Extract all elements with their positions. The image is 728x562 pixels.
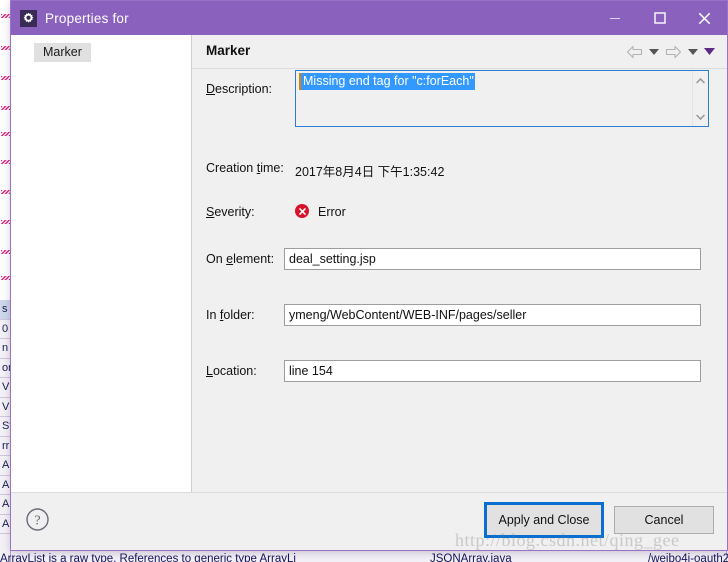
table-cell: 0 [2, 322, 9, 335]
dialog-body: Marker Marker Description: Missing end t… [11, 35, 727, 493]
background-status-text: ArrayList is a raw type. References to g… [0, 553, 296, 562]
scroll-down-chevron-icon[interactable] [693, 109, 708, 124]
maximize-button[interactable] [637, 1, 682, 35]
close-button[interactable] [682, 1, 727, 35]
location-label: Location: [206, 364, 257, 378]
in-folder-label-pre: In [206, 308, 220, 322]
table-cell: V [2, 381, 10, 393]
description-label-post: escription: [215, 82, 273, 96]
description-textarea[interactable]: Missing end tag for "c:forEach" [295, 70, 709, 127]
apply-and-close-button[interactable]: Apply and Close [484, 502, 604, 538]
table-cell: V [2, 400, 10, 413]
sidebar-item-marker[interactable]: Marker [34, 43, 91, 62]
severity-value: Error [318, 205, 346, 219]
gear-icon [20, 9, 37, 27]
error-icon [295, 204, 309, 218]
location-input[interactable] [284, 360, 701, 382]
on-element-label: On element: [206, 252, 274, 266]
forward-arrow-icon[interactable] [662, 42, 684, 62]
view-menu-chevron-down-filled-icon[interactable] [701, 42, 718, 62]
location-label-post: ocation: [212, 364, 257, 378]
page-title: Marker [206, 43, 251, 58]
background-status-line: ArrayList is a raw type. References to g… [0, 553, 728, 562]
in-folder-input[interactable] [284, 304, 701, 326]
on-element-input[interactable] [284, 248, 701, 270]
help-icon[interactable]: ? [25, 507, 50, 532]
creation-time-label-pre: Creation [206, 161, 257, 175]
marker-page: Marker Description: Missing end tag for … [192, 35, 727, 493]
dialog-title-bar: Properties for [11, 1, 727, 35]
apply-and-close-label: Apply and Close [498, 513, 590, 527]
properties-dialog: Properties for Marker Marker Description… [10, 0, 728, 551]
on-element-label-pre: On [206, 252, 227, 266]
severity-label-post: everity: [214, 205, 255, 219]
dialog-footer: ? Apply and Close Cancel [11, 492, 727, 550]
description-label: Description: [206, 82, 272, 96]
location-label-mnemonic: L [206, 364, 213, 378]
settings-tree: Marker [11, 35, 192, 493]
page-navigation [623, 42, 718, 62]
back-history-chevron-down-icon[interactable] [645, 42, 662, 62]
window-controls [592, 1, 727, 35]
sidebar-item-label: Marker [43, 45, 82, 59]
svg-text:?: ? [34, 514, 40, 529]
creation-time-label: Creation time: [206, 161, 284, 175]
screen-root: sh0noronVonVonStrroAr2Ar2Ar2Ar2 ArrayLis… [0, 0, 728, 562]
table-cell: rr [2, 439, 10, 452]
table-cell: s [2, 303, 8, 315]
description-scrollbar[interactable] [692, 71, 708, 126]
in-folder-label-post: older: [223, 308, 255, 322]
scroll-up-chevron-icon[interactable] [693, 73, 708, 88]
on-element-label-post: lement: [233, 252, 275, 266]
background-status-path: /weibo4j-oauth2 [648, 553, 728, 562]
in-folder-label: In folder: [206, 308, 255, 322]
back-arrow-icon[interactable] [623, 42, 645, 62]
creation-time-value: 2017年8月4日 下午1:35:42 [295, 165, 445, 179]
forward-history-chevron-down-icon[interactable] [684, 42, 701, 62]
header-divider [192, 68, 727, 69]
dialog-title: Properties for [45, 10, 129, 26]
creation-time-label-post: ime: [260, 161, 284, 175]
description-label-mnemonic: D [206, 82, 216, 96]
background-status-file: JSONArray.java [430, 553, 512, 562]
minimize-button[interactable] [592, 1, 637, 35]
cancel-label: Cancel [644, 513, 684, 527]
table-cell: n [2, 342, 9, 354]
severity-label: Severity: [206, 205, 255, 219]
cancel-button[interactable]: Cancel [614, 506, 714, 534]
description-value: Missing end tag for "c:forEach" [299, 73, 475, 90]
